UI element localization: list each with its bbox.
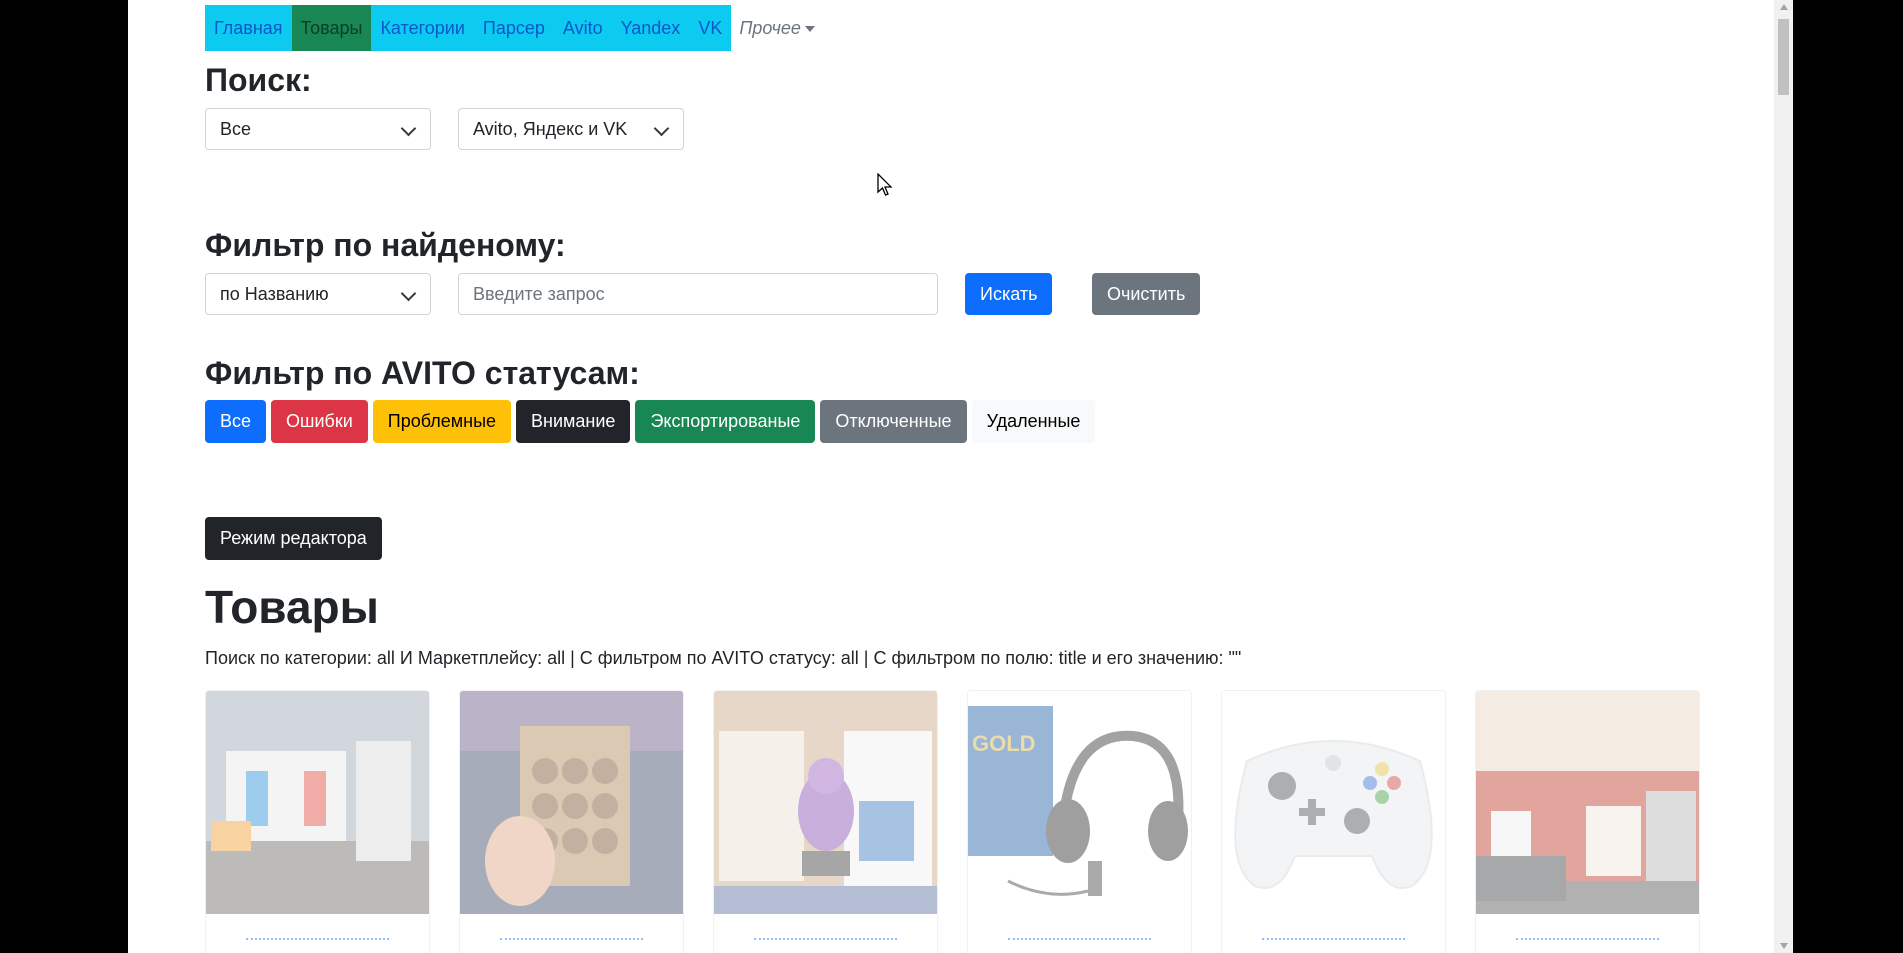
coin-set-photo-icon[interactable] [460, 691, 683, 914]
page: Главная Товары Категории Парсер Avito Ya… [128, 0, 1774, 953]
card-caption[interactable] [246, 938, 389, 953]
nav-bar: Главная Товары Категории Парсер Avito Ya… [205, 5, 732, 51]
clear-button[interactable]: Очистить [1092, 273, 1201, 315]
chevron-down-icon [400, 285, 417, 302]
card-caption[interactable] [1262, 938, 1405, 953]
chevron-down-icon [653, 120, 670, 137]
product-card[interactable]: GOLD [967, 690, 1192, 953]
nav-item-parser[interactable]: Парсер [474, 5, 554, 51]
caret-down-icon [804, 26, 815, 33]
nav-item-yandex[interactable]: Yandex [612, 5, 690, 51]
nav-item-vk[interactable]: VK [689, 5, 731, 51]
card-caption[interactable] [754, 938, 897, 953]
search-summary: Поиск по категории: all И Маркетплейсу: … [205, 648, 1242, 668]
filter-field-select[interactable]: по Названию [205, 273, 431, 315]
nav-item-home[interactable]: Главная [205, 5, 292, 51]
nintendo-switch-photo-icon[interactable] [206, 691, 429, 914]
nav-more-dropdown[interactable]: Прочее [739, 5, 815, 51]
nav-item-categories[interactable]: Категории [371, 5, 473, 51]
product-card[interactable] [205, 690, 430, 953]
status-problem-button[interactable]: Проблемные [372, 400, 512, 443]
nav-item-products[interactable]: Товары [291, 5, 372, 51]
status-all-button[interactable]: Все [205, 400, 267, 443]
top-nav: Главная Товары Категории Парсер Avito Ya… [205, 5, 815, 51]
status-filter-title: Фильтр по AVITO статусам: [205, 355, 640, 391]
category-select[interactable]: Все [205, 108, 431, 150]
marketplace-select[interactable]: Avito, Яндекс и VK [458, 108, 684, 150]
status-disabled-button[interactable]: Отключенные [820, 400, 967, 443]
spyro-figure-photo-icon[interactable] [714, 691, 937, 914]
product-card[interactable] [459, 690, 684, 953]
marketplace-select-value: Avito, Яндекс и VK [473, 119, 628, 139]
card-caption[interactable] [1516, 938, 1659, 953]
status-errors-button[interactable]: Ошибки [271, 400, 368, 443]
store-building-photo-icon[interactable] [1476, 691, 1699, 914]
filter-query-input[interactable] [458, 273, 938, 315]
svg-text:GOLD: GOLD [972, 731, 1036, 756]
card-caption[interactable] [500, 938, 643, 953]
scroll-thumb[interactable] [1778, 19, 1789, 95]
ps4-headset-photo-icon[interactable]: GOLD [968, 691, 1191, 914]
editor-mode-button[interactable]: Режим редактора [205, 517, 382, 560]
nav-more-label: Прочее [739, 18, 801, 38]
product-card[interactable] [713, 690, 938, 953]
filter-title: Фильтр по найденому: [205, 227, 566, 263]
category-select-value: Все [220, 119, 252, 139]
page-scrollbar[interactable] [1774, 0, 1793, 953]
card-caption[interactable] [1008, 938, 1151, 953]
product-card[interactable] [1475, 690, 1700, 953]
filter-field-value: по Названию [220, 284, 329, 304]
chevron-down-icon [400, 120, 417, 137]
scroll-up-arrow-icon[interactable] [1780, 4, 1788, 10]
status-attention-button[interactable]: Внимание [516, 400, 631, 443]
mouse-cursor-icon [877, 173, 893, 196]
product-card[interactable] [1221, 690, 1446, 953]
product-cards: GOLD [205, 690, 1700, 953]
scroll-down-arrow-icon[interactable] [1780, 943, 1788, 949]
search-title: Поиск: [205, 62, 312, 98]
nav-item-avito[interactable]: Avito [554, 5, 612, 51]
xbox-controller-photo-icon[interactable] [1222, 691, 1445, 914]
status-button-group: Все Ошибки Проблемные Внимание Экспортир… [205, 400, 1096, 443]
search-button[interactable]: Искать [965, 273, 1053, 315]
status-deleted-button[interactable]: Удаленные [971, 400, 1096, 443]
status-exported-button[interactable]: Экспортированые [635, 400, 816, 443]
products-title: Товары [205, 581, 379, 633]
